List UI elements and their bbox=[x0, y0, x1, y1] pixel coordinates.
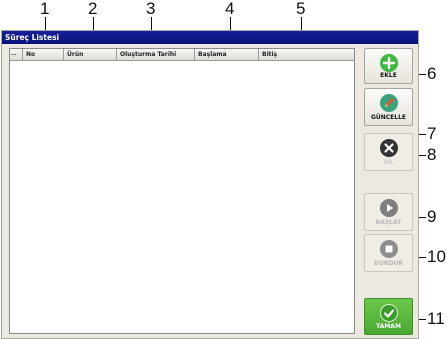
stop-icon bbox=[379, 240, 398, 258]
process-list-window: Süreç Listesi ... No Ürün Oluşturma Tari… bbox=[1, 30, 419, 339]
process-list-table[interactable]: ... No Ürün Oluşturma Tarihi Başlama Bit… bbox=[9, 48, 355, 334]
table-header: ... No Ürün Oluşturma Tarihi Başlama Bit… bbox=[10, 49, 354, 61]
column-header-start[interactable]: Başlama bbox=[195, 49, 259, 60]
start-button[interactable]: BAŞLAT bbox=[364, 193, 413, 231]
callout-1: 1 bbox=[40, 0, 50, 18]
window-title: Süreç Listesi bbox=[2, 31, 418, 44]
update-button-label: GÜNCELLE bbox=[370, 114, 407, 121]
callout-5: 5 bbox=[296, 0, 306, 18]
ok-button[interactable]: TAMAM bbox=[364, 298, 413, 335]
callout-9: 9 bbox=[427, 207, 437, 226]
start-button-label: BAŞLAT bbox=[375, 219, 402, 226]
delete-button[interactable]: SİL bbox=[364, 133, 413, 171]
stop-button[interactable]: DURDUR bbox=[364, 234, 413, 272]
add-button[interactable]: EKLE bbox=[364, 48, 413, 84]
callout-8: 8 bbox=[427, 145, 437, 164]
play-icon bbox=[379, 199, 398, 217]
column-header-selector[interactable]: ... bbox=[10, 49, 23, 60]
stop-button-label: DURDUR bbox=[374, 260, 403, 267]
ok-button-label: TAMAM bbox=[376, 323, 401, 330]
callout-7: 7 bbox=[427, 124, 437, 143]
column-header-end[interactable]: Bitiş bbox=[259, 49, 354, 60]
checkmark-icon bbox=[379, 304, 398, 322]
callout-11: 11 bbox=[427, 309, 445, 328]
callout-10: 10 bbox=[427, 247, 446, 266]
column-header-product[interactable]: Ürün bbox=[64, 49, 117, 60]
callout-2: 2 bbox=[88, 0, 98, 18]
edit-icon bbox=[379, 94, 398, 112]
callout-6: 6 bbox=[427, 64, 437, 83]
update-button[interactable]: GÜNCELLE bbox=[364, 88, 413, 126]
add-button-label: EKLE bbox=[380, 72, 397, 79]
callout-4: 4 bbox=[225, 0, 235, 18]
delete-button-label: SİL bbox=[383, 159, 394, 166]
add-icon bbox=[379, 54, 398, 72]
close-icon bbox=[379, 139, 398, 157]
callout-3: 3 bbox=[146, 0, 156, 18]
column-header-no[interactable]: No bbox=[23, 49, 64, 60]
column-header-creation-date[interactable]: Oluşturma Tarihi bbox=[117, 49, 195, 60]
